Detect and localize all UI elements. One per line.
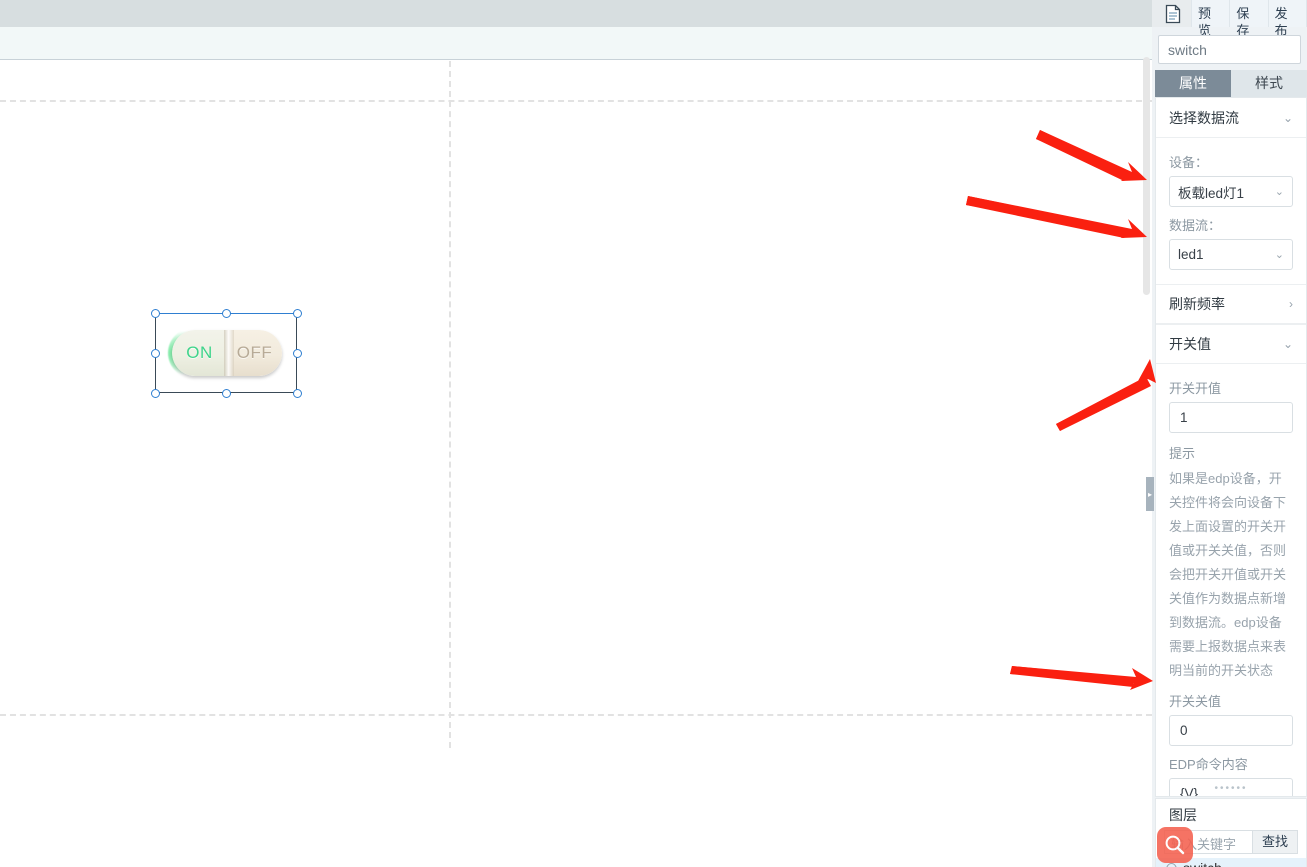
save-button[interactable]: 保存 (1229, 0, 1268, 38)
top-buttons: 预览 保存 发布 (1191, 0, 1307, 38)
section-title-refresh-rate: 刷新频率 (1169, 296, 1225, 312)
layers-search-button[interactable]: 查找 (1252, 831, 1297, 853)
chevron-down-icon[interactable]: ⌄ (1283, 111, 1293, 125)
document-icon[interactable] (1164, 4, 1182, 24)
resize-handle-top-center[interactable] (222, 309, 231, 318)
datastream-select-value: led1 (1178, 247, 1204, 262)
guide-line-horizontal-top (0, 100, 1152, 102)
resize-handle-bottom-right[interactable] (293, 389, 302, 398)
device-select[interactable]: 板载led灯1 ⌄ (1169, 176, 1293, 207)
chevron-down-icon: ⌄ (1274, 186, 1284, 198)
guide-line-horizontal-bottom (0, 714, 1152, 716)
preview-button[interactable]: 预览 (1191, 0, 1230, 38)
app-root: ON OFF 预览 保存 发布 switch 属性 样式 ▸ 选择数据流 ⌄ 设… (0, 0, 1307, 867)
device-label: 设备： (1169, 155, 1209, 170)
widget-name-input[interactable]: switch (1158, 35, 1301, 64)
resize-handle-bottom-left[interactable] (151, 389, 160, 398)
canvas-toolbar-band (0, 27, 1152, 60)
chevron-down-icon[interactable]: ⌄ (1283, 337, 1293, 351)
canvas-area[interactable]: ON OFF (0, 0, 1152, 867)
datastream-label: 数据流： (1169, 218, 1222, 233)
tab-properties[interactable]: 属性 (1155, 70, 1231, 97)
top-action-bar: 预览 保存 发布 (1152, 0, 1307, 38)
datastream-select[interactable]: led1 ⌄ (1169, 239, 1293, 270)
layers-panel-title: 图层 (1169, 807, 1197, 823)
switch-on-value-label: 开关开值 (1169, 381, 1222, 396)
canvas-top-gray-band (0, 0, 1152, 27)
section-body-switch-value: 开关开值 1 提示 如果是edp设备，开关控件将会向设备下发上面设置的开关开值或… (1156, 364, 1306, 796)
resize-handle-top-left[interactable] (151, 309, 160, 318)
canvas-surface[interactable] (0, 61, 1152, 867)
hint-title: 提示 (1169, 446, 1196, 461)
device-select-value: 板载led灯1 (1178, 185, 1245, 201)
section-header-switch-value[interactable]: 开关值 ⌄ (1156, 324, 1306, 364)
section-title-switch-value: 开关值 (1169, 336, 1211, 352)
tab-styles[interactable]: 样式 (1231, 70, 1307, 97)
chevron-down-icon: ⌄ (1274, 249, 1284, 261)
edp-command-label: EDP命令内容 (1169, 757, 1248, 772)
resize-handle-bottom-center[interactable] (222, 389, 231, 398)
switch-off-value-label: 开关关值 (1169, 694, 1222, 709)
section-header-refresh-rate[interactable]: 刷新频率 › (1156, 284, 1306, 324)
chevron-right-icon[interactable]: › (1289, 297, 1293, 311)
switch-off-value-input[interactable]: 0 (1169, 715, 1293, 746)
hint-text: 如果是edp设备，开关控件将会向设备下发上面设置的开关开值或开关关值，否则会把开… (1169, 471, 1287, 678)
panel-collapse-handle[interactable]: ▸ (1146, 477, 1154, 511)
resize-handle-middle-left[interactable] (151, 349, 160, 358)
section-body-datasource: 设备： 板载led灯1 ⌄ 数据流： led1 ⌄ (1156, 138, 1306, 284)
section-header-datasource[interactable]: 选择数据流 ⌄ (1156, 98, 1306, 138)
properties-scroll-container[interactable]: 选择数据流 ⌄ 设备： 板载led灯1 ⌄ 数据流： led1 ⌄ 刷新频率 ›… (1155, 97, 1307, 797)
guide-line-vertical (449, 61, 451, 748)
eye-icon[interactable] (1166, 862, 1177, 867)
publish-button[interactable]: 发布 (1267, 0, 1307, 38)
resize-handle-top-right[interactable] (293, 309, 302, 318)
right-panel-scrollbar[interactable] (1143, 57, 1150, 295)
panel-resize-grip[interactable]: •••••• (1155, 780, 1307, 796)
switch-on-value-input[interactable]: 1 (1169, 402, 1293, 433)
resize-handle-middle-right[interactable] (293, 349, 302, 358)
search-magnifier-icon (1157, 827, 1193, 863)
selection-frame[interactable] (151, 309, 302, 398)
property-tabs: 属性 样式 (1155, 70, 1307, 97)
section-title-datasource: 选择数据流 (1169, 109, 1239, 126)
